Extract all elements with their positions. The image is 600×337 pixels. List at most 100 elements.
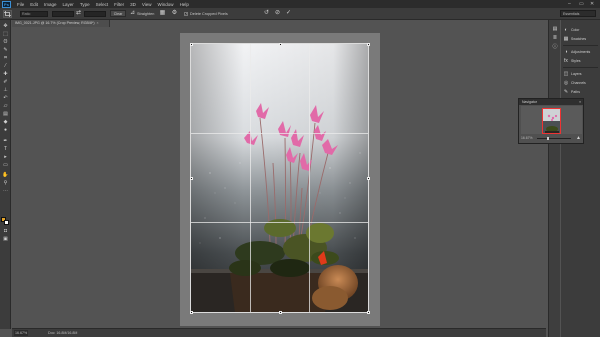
dock-swatches[interactable]: ▦ Swatches bbox=[563, 35, 599, 43]
history-panel-icon[interactable]: ▤ bbox=[551, 26, 559, 33]
tools-panel: ✥ ⬚ ʘ ✎ ⌗ ⁄ ✚ ✐ ⊥ ↶ ▱ ▤ ◆ ● ✒ T ▸ ▭ ✋ ⚲ … bbox=[0, 20, 11, 329]
eyedropper-tool-icon[interactable]: ⁄ bbox=[2, 63, 9, 69]
document-size-info[interactable]: Doc: 16.8M/16.8M bbox=[48, 330, 77, 336]
crop-height-input[interactable] bbox=[84, 11, 106, 17]
close-window-button[interactable]: ✕ bbox=[590, 1, 594, 7]
delete-cropped-checkbox[interactable]: ✓ bbox=[184, 11, 188, 16]
menu-image[interactable]: Image bbox=[44, 2, 57, 7]
navigator-header[interactable]: Navigator ≡ bbox=[519, 99, 583, 105]
navigator-view-box[interactable] bbox=[542, 108, 561, 134]
blur-tool-icon[interactable]: ◆ bbox=[2, 119, 9, 125]
navigator-thumbnail bbox=[543, 109, 560, 133]
dock-label: Swatches bbox=[571, 37, 587, 41]
history-brush-tool-icon[interactable]: ↶ bbox=[2, 95, 9, 101]
dock-layers[interactable]: ◫ Layers bbox=[563, 70, 599, 78]
crop-width-input[interactable] bbox=[52, 11, 74, 17]
adjustments-icon: ◑ bbox=[564, 49, 568, 55]
zoom-level-field[interactable]: 16.67% bbox=[14, 330, 28, 336]
navigator-preview[interactable] bbox=[521, 106, 582, 134]
dock-label: Adjustments bbox=[571, 50, 591, 54]
menu-edit[interactable]: Edit bbox=[30, 2, 38, 7]
panel-menu-icon[interactable]: ≡ bbox=[579, 99, 581, 105]
pen-tool-icon[interactable]: ✒ bbox=[2, 138, 9, 144]
photoshop-window: Ps File Edit Image Layer Type Select Fil… bbox=[0, 0, 600, 337]
navigator-footer: 16.67% ▲ bbox=[521, 135, 582, 142]
path-selection-tool-icon[interactable]: ▸ bbox=[2, 154, 9, 160]
properties-panel-icon[interactable]: ≣ bbox=[551, 35, 559, 42]
navigator-title: Navigator bbox=[522, 100, 537, 104]
close-document-icon[interactable]: × bbox=[97, 21, 99, 25]
dock-label: Color bbox=[571, 28, 580, 32]
navigator-panel[interactable]: Navigator ≡ 16.67% ▲ bbox=[518, 98, 584, 144]
navigator-zoom-knob[interactable] bbox=[547, 136, 549, 140]
crop-tool-icon[interactable]: ⌗ bbox=[2, 55, 9, 61]
cancel-crop-icon[interactable]: ⊘ bbox=[274, 10, 281, 17]
status-bar: 16.67% Doc: 16.8M/16.8M bbox=[12, 328, 546, 337]
straighten-label[interactable]: Straighten bbox=[137, 11, 154, 17]
background-color-swatch[interactable] bbox=[4, 220, 9, 225]
menu-filter[interactable]: Filter bbox=[114, 2, 124, 7]
swap-dimensions-icon[interactable]: ⇄ bbox=[75, 10, 82, 17]
menu-window[interactable]: Window bbox=[158, 2, 174, 7]
menu-file[interactable]: File bbox=[17, 2, 24, 7]
workspace-select[interactable]: Essentials bbox=[560, 10, 596, 17]
quick-select-tool-icon[interactable]: ✎ bbox=[2, 47, 9, 53]
dock-channels[interactable]: ◎ Channels bbox=[563, 79, 599, 87]
minimize-button[interactable]: – bbox=[568, 1, 571, 7]
healing-brush-tool-icon[interactable]: ✚ bbox=[2, 71, 9, 77]
maximize-button[interactable]: ▭ bbox=[579, 1, 584, 7]
menu-help[interactable]: Help bbox=[180, 2, 189, 7]
straighten-icon[interactable]: ⊿ bbox=[129, 10, 136, 17]
type-tool-icon[interactable]: T bbox=[2, 146, 9, 152]
menu-bar: Ps File Edit Image Layer Type Select Fil… bbox=[0, 0, 600, 8]
clone-stamp-tool-icon[interactable]: ⊥ bbox=[2, 87, 9, 93]
menu-select[interactable]: Select bbox=[96, 2, 109, 7]
overlay-grid-icon[interactable]: ▦ bbox=[159, 10, 166, 17]
swatches-icon: ▦ bbox=[563, 36, 569, 42]
menu-layer[interactable]: Layer bbox=[63, 2, 74, 7]
clear-button[interactable]: Clear bbox=[110, 10, 126, 17]
dock-label: Channels bbox=[571, 81, 586, 85]
layers-icon: ◫ bbox=[563, 71, 569, 77]
move-tool-icon[interactable]: ✥ bbox=[2, 23, 9, 29]
styles-icon: fx bbox=[564, 58, 568, 64]
hand-tool-icon[interactable]: ✋ bbox=[2, 172, 9, 178]
menu-type[interactable]: Type bbox=[80, 2, 90, 7]
dock-label: Styles bbox=[571, 59, 581, 63]
extras-tool-icon[interactable]: ⋯ bbox=[2, 188, 9, 194]
document-tab[interactable]: IMG_0021.JPG @ 16.7% (Crop Preview, RGB/… bbox=[12, 20, 110, 27]
menu-view[interactable]: View bbox=[142, 2, 152, 7]
crop-tool-preset-icon[interactable] bbox=[3, 10, 12, 18]
eraser-tool-icon[interactable]: ▱ bbox=[2, 103, 9, 109]
collapsed-panel-strip: ▤ ≣ ⓘ bbox=[548, 20, 560, 337]
shape-tool-icon[interactable]: ▭ bbox=[2, 162, 9, 168]
dock-styles[interactable]: fx Styles bbox=[563, 57, 599, 65]
undo-arrow-icon[interactable]: ↺ bbox=[263, 10, 270, 17]
navigator-zoom-value[interactable]: 16.67% bbox=[521, 136, 533, 141]
screen-mode-icon[interactable]: ▣ bbox=[2, 236, 9, 242]
crop-settings-gear-icon[interactable]: ⚙ bbox=[171, 10, 178, 17]
marquee-tool-icon[interactable]: ⬚ bbox=[2, 31, 9, 37]
dock-color[interactable]: ◐ Color bbox=[563, 26, 599, 34]
lasso-tool-icon[interactable]: ʘ bbox=[2, 39, 9, 45]
dock-separator bbox=[563, 45, 598, 46]
dodge-tool-icon[interactable]: ● bbox=[2, 127, 9, 133]
gradient-tool-icon[interactable]: ▤ bbox=[2, 111, 9, 117]
document-tab-title: IMG_0021.JPG @ 16.7% (Crop Preview, RGB/… bbox=[15, 21, 95, 25]
photoshop-logo: Ps bbox=[2, 0, 11, 8]
navigator-zoom-slider[interactable] bbox=[537, 138, 571, 139]
dock-separator bbox=[563, 67, 598, 68]
zoom-tool-icon[interactable]: ⚲ bbox=[2, 180, 9, 186]
dock-paths[interactable]: ✎ Paths bbox=[563, 88, 599, 96]
photo-canvas[interactable] bbox=[190, 43, 369, 313]
commit-crop-icon[interactable]: ✓ bbox=[285, 10, 292, 17]
quick-mask-icon[interactable]: ◘ bbox=[2, 228, 9, 234]
color-icon: ◐ bbox=[564, 27, 568, 33]
info-panel-icon[interactable]: ⓘ bbox=[551, 44, 559, 51]
panel-dock: ◐ Color ▦ Swatches ◑ Adjustments fx Styl… bbox=[561, 20, 600, 337]
dock-adjustments[interactable]: ◑ Adjustments bbox=[563, 48, 599, 56]
zoom-in-icon[interactable]: ▲ bbox=[576, 135, 581, 141]
menu-3d[interactable]: 3D bbox=[130, 2, 136, 7]
brush-tool-icon[interactable]: ✐ bbox=[2, 79, 9, 85]
ratio-select[interactable]: Ratio bbox=[20, 11, 48, 17]
